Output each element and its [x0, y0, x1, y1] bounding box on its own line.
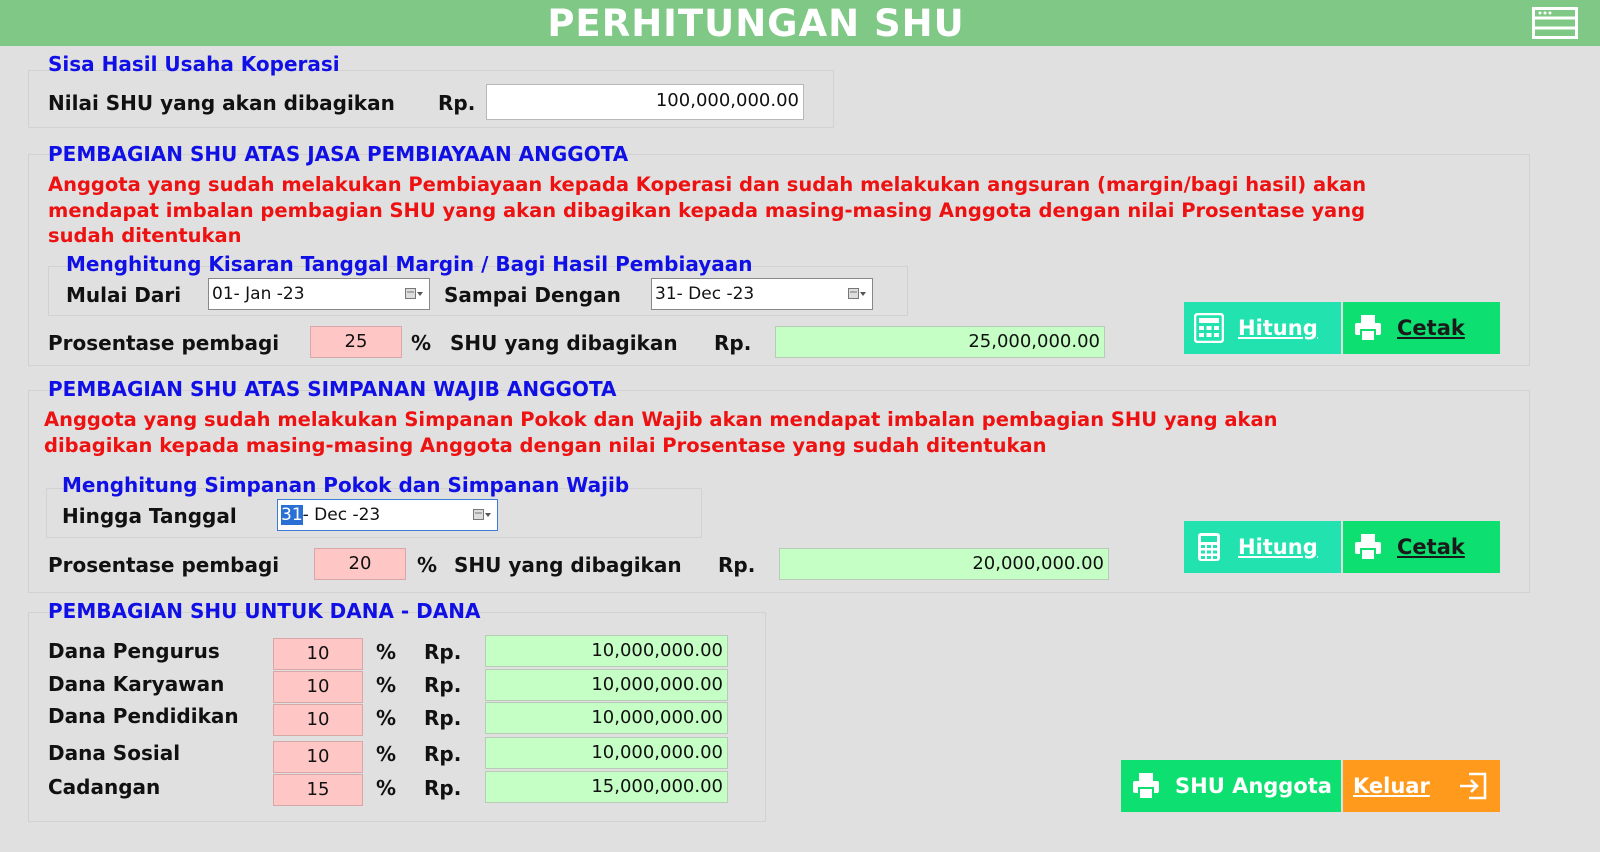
wajib-shu-label: SHU yang dibagikan [454, 553, 682, 577]
jasa-pct-label: Prosentase pembagi [48, 331, 280, 355]
wajib-until-label: Hingga Tanggal [62, 504, 237, 528]
wajib-sub-title: Menghitung Simpanan Pokok dan Simpanan W… [62, 473, 630, 497]
printer-icon [1355, 534, 1381, 561]
jasa-to-date-value: 31- Dec -23 [655, 284, 755, 304]
jasa-hitung-button[interactable]: Hitung [1184, 302, 1341, 354]
jasa-cetak-button[interactable]: Cetak [1343, 302, 1500, 354]
dana-row-pct-sign: % [376, 640, 397, 664]
dana-row-pct-sign: % [376, 673, 397, 697]
dana-row-pct-input[interactable]: 15 [273, 774, 363, 806]
window-icon[interactable] [1532, 7, 1578, 39]
shu-currency: Rp. [438, 91, 476, 115]
dana-row-pct-sign: % [376, 742, 397, 766]
calculator-icon [1198, 533, 1220, 561]
jasa-hitung-label: Hitung [1238, 316, 1318, 340]
shu-section-title: Sisa Hasil Usaha Koperasi [48, 52, 340, 76]
jasa-note-line-2: mendapat imbalan pembagian SHU yang akan… [48, 199, 1366, 222]
dana-row-pct-input[interactable]: 10 [273, 671, 363, 703]
dana-row-label: Dana Karyawan [48, 672, 225, 696]
dana-row-pct-sign: % [376, 706, 397, 730]
dana-row-currency: Rp. [424, 742, 462, 766]
wajib-until-rest: - Dec -23 [302, 505, 381, 525]
dana-row-pct-sign: % [376, 776, 397, 800]
printer-icon [1355, 315, 1381, 342]
dana-row-currency: Rp. [424, 673, 462, 697]
wajib-cetak-label: Cetak [1397, 535, 1465, 559]
wajib-until-day: 31 [281, 505, 303, 525]
jasa-pct-input[interactable]: 25 [310, 326, 402, 358]
wajib-hitung-button[interactable]: Hitung [1184, 521, 1341, 573]
jasa-note-line-3: sudah ditentukan [48, 224, 242, 247]
dana-row-pct-input[interactable]: 10 [273, 638, 363, 670]
calendar-icon[interactable] [405, 288, 423, 300]
jasa-from-date-value: 01- Jan -23 [212, 284, 305, 304]
jasa-cetak-label: Cetak [1397, 316, 1465, 340]
calendar-icon[interactable] [473, 509, 491, 521]
dana-row-label: Dana Pengurus [48, 639, 220, 663]
shu-anggota-button[interactable]: SHU Anggota [1121, 760, 1341, 812]
jasa-shu-value: 25,000,000.00 [775, 326, 1105, 358]
shu-anggota-label: SHU Anggota [1175, 774, 1332, 798]
dana-row-currency: Rp. [424, 776, 462, 800]
keluar-button[interactable]: Keluar [1343, 760, 1500, 812]
dana-row-label: Dana Sosial [48, 741, 181, 765]
wajib-note-line-1: Anggota yang sudah melakukan Simpanan Po… [44, 408, 1278, 431]
wajib-pct-input[interactable]: 20 [314, 548, 406, 580]
jasa-from-date-picker[interactable]: 01- Jan -23 [208, 278, 430, 310]
wajib-shu-value: 20,000,000.00 [779, 548, 1109, 580]
keluar-label: Keluar [1353, 774, 1430, 798]
dana-section-title: PEMBAGIAN SHU UNTUK DANA - DANA [48, 599, 481, 623]
calendar-icon[interactable] [848, 288, 866, 300]
calculator-icon [1194, 313, 1224, 343]
jasa-to-label: Sampai Dengan [444, 283, 621, 307]
dana-row-pct-input[interactable]: 10 [273, 741, 363, 773]
wajib-until-date-picker[interactable]: 31- Dec -23 [277, 499, 498, 531]
dana-row-value: 15,000,000.00 [485, 771, 728, 803]
dana-row-pct-input[interactable]: 10 [273, 704, 363, 736]
jasa-pct-sign: % [411, 331, 432, 355]
wajib-currency: Rp. [718, 553, 756, 577]
wajib-pct-sign: % [417, 553, 438, 577]
dana-row-value: 10,000,000.00 [485, 669, 728, 701]
wajib-pct-label: Prosentase pembagi [48, 553, 280, 577]
printer-icon [1133, 773, 1159, 800]
dana-row-label: Cadangan [48, 775, 161, 799]
jasa-from-label: Mulai Dari [66, 283, 182, 307]
wajib-hitung-label: Hitung [1238, 535, 1318, 559]
dana-row-label: Dana Pendidikan [48, 704, 239, 728]
shu-label: Nilai SHU yang akan dibagikan [48, 91, 395, 115]
window-title: PERHITUNGAN SHU [547, 2, 965, 45]
wajib-section-title: PEMBAGIAN SHU ATAS SIMPANAN WAJIB ANGGOT… [48, 377, 617, 401]
jasa-sub-title: Menghitung Kisaran Tanggal Margin / Bagi… [66, 252, 753, 276]
dana-row-currency: Rp. [424, 706, 462, 730]
dana-row-value: 10,000,000.00 [485, 737, 728, 769]
dana-row-value: 10,000,000.00 [485, 702, 728, 734]
dana-row-value: 10,000,000.00 [485, 635, 728, 667]
exit-icon [1460, 772, 1487, 800]
jasa-shu-label: SHU yang dibagikan [450, 331, 678, 355]
wajib-note-line-2: dibagikan kepada masing-masing Anggota d… [44, 434, 1047, 457]
dana-row-currency: Rp. [424, 640, 462, 664]
wajib-cetak-button[interactable]: Cetak [1343, 521, 1500, 573]
jasa-to-date-picker[interactable]: 31- Dec -23 [651, 278, 873, 310]
shu-value-field[interactable]: 100,000,000.00 [486, 84, 804, 120]
jasa-currency: Rp. [714, 331, 752, 355]
jasa-section-title: PEMBAGIAN SHU ATAS JASA PEMBIAYAAN ANGGO… [48, 142, 629, 166]
jasa-note-line-1: Anggota yang sudah melakukan Pembiayaan … [48, 173, 1367, 196]
